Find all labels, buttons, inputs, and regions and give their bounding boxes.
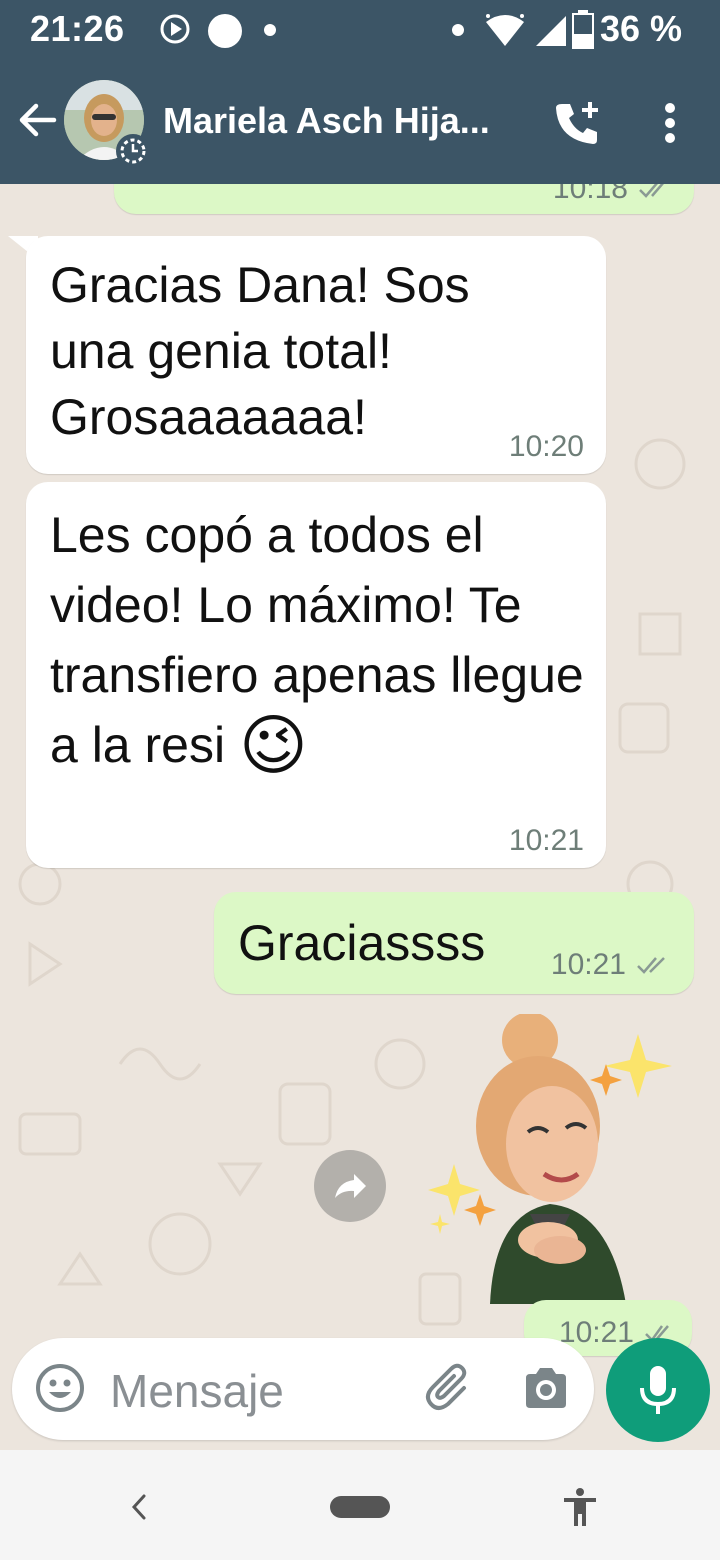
notification-dot-icon [208, 14, 242, 48]
signal-icon [536, 16, 566, 46]
mic-button[interactable] [606, 1338, 710, 1442]
message-meta: 10:18 [553, 184, 672, 206]
sticker-woman-hands-on-chest[interactable] [420, 1014, 680, 1304]
battery-percentage: 36 % [600, 8, 683, 49]
wifi-icon [486, 14, 524, 46]
double-check-icon [639, 184, 664, 198]
arrow-left-icon[interactable] [14, 96, 62, 144]
message-input-bar: Mensaje [0, 1330, 720, 1450]
message-meta: 10:21 [509, 824, 584, 858]
message-input-placeholder: Mensaje [110, 1365, 284, 1417]
nav-home-icon[interactable] [328, 1494, 392, 1520]
message-bubble-outgoing[interactable]: 10:18 [114, 184, 694, 214]
message-text: Les copó a todos el video! Lo máximo! Te… [50, 500, 590, 780]
message-time: 10:18 [552, 184, 628, 205]
chat-area[interactable]: 10:18 Gracias Dana! Sos una genia total!… [0, 184, 720, 1450]
message-time: 10:21 [550, 948, 626, 981]
message-meta: 10:21 [551, 948, 672, 982]
nav-back-icon[interactable] [126, 1492, 152, 1522]
double-check-icon [637, 957, 665, 974]
play-circle-icon [160, 14, 190, 44]
status-bar: 21:26 36 % [0, 0, 720, 62]
message-input[interactable]: Mensaje [12, 1338, 594, 1440]
message-time: 10:20 [508, 430, 584, 463]
message-bubble-incoming[interactable]: Gracias Dana! Sos una genia total! Grosa… [26, 236, 606, 474]
contact-name[interactable]: Mariela Asch Hija... [163, 100, 523, 142]
mic-icon [640, 1366, 676, 1414]
message-time: 10:21 [508, 824, 584, 857]
add-call-icon[interactable] [552, 98, 602, 148]
more-notifications-icon [264, 24, 276, 36]
message-text: Gracias Dana! Sos una genia total! Grosa… [50, 257, 470, 445]
message-meta: 10:20 [509, 430, 584, 464]
status-ring-icon [116, 134, 150, 168]
wink-emoji-icon: 😉 [238, 708, 308, 782]
more-vert-icon[interactable] [650, 98, 690, 148]
message-text-content: Les copó a todos el video! Lo máximo! Te… [50, 507, 584, 773]
battery-icon [572, 10, 594, 49]
camera-icon[interactable] [520, 1362, 572, 1414]
message-bubble-outgoing[interactable]: Graciassss 10:21 [214, 892, 694, 994]
status-time: 21:26 [30, 8, 125, 49]
accessibility-icon[interactable] [560, 1486, 600, 1528]
chat-header: Mariela Asch Hija... [0, 62, 720, 184]
forward-button[interactable] [314, 1150, 386, 1222]
forward-icon [335, 1174, 366, 1198]
message-text: Graciassss [238, 915, 486, 971]
system-navigation-bar [0, 1450, 720, 1560]
message-bubble-incoming[interactable]: Les copó a todos el video! Lo máximo! Te… [26, 482, 606, 868]
dot-icon [452, 24, 464, 36]
emoji-icon[interactable] [34, 1362, 86, 1414]
paperclip-icon[interactable] [424, 1362, 474, 1414]
